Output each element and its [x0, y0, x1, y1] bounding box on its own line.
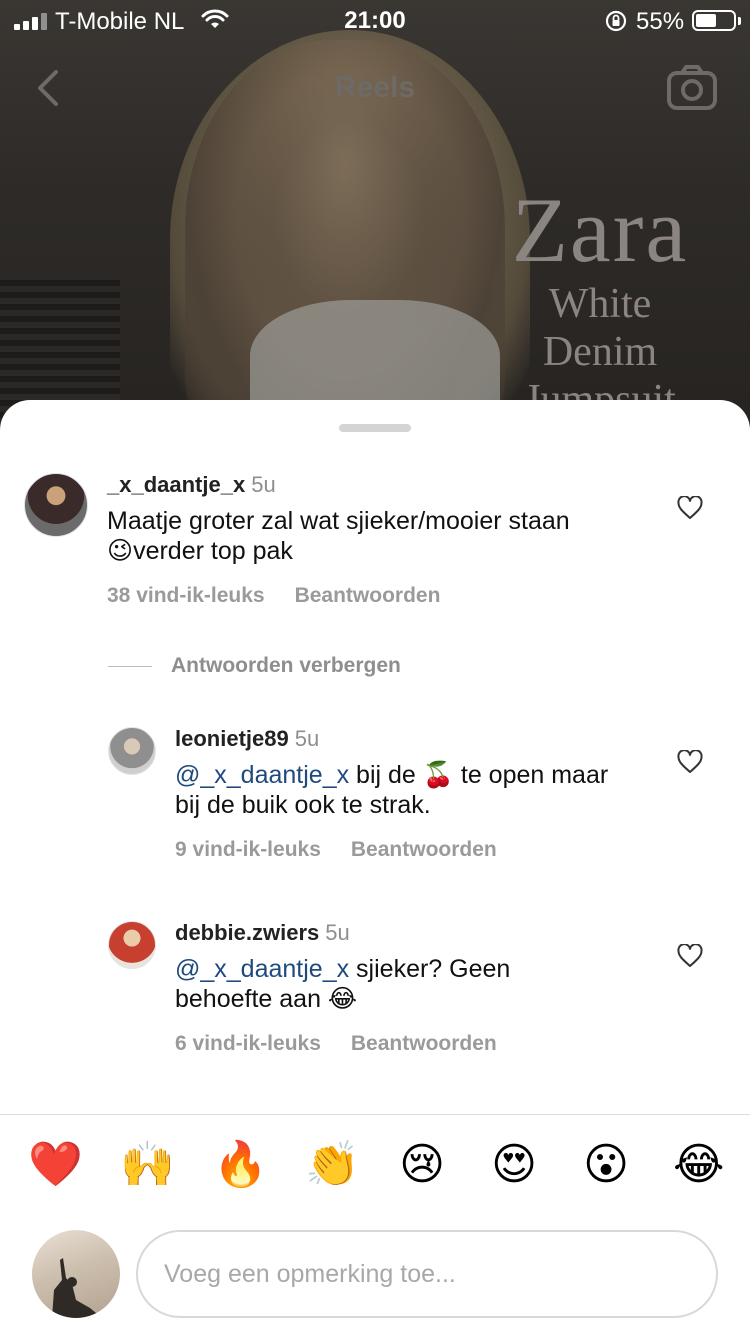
- status-bar: T-Mobile NL 21:00 55%: [0, 0, 750, 40]
- emoji-heart-button[interactable]: ❤️: [28, 1140, 83, 1190]
- battery-percentage: 55%: [636, 8, 685, 35]
- comment-input[interactable]: [136, 1230, 718, 1318]
- rotation-lock-icon: [605, 10, 627, 32]
- reply-username[interactable]: leonietje89: [175, 726, 289, 751]
- hide-replies-label: Antwoorden verbergen: [171, 654, 401, 677]
- avatar[interactable]: [108, 727, 156, 775]
- reply-header: debbie.zwiers 5u: [175, 920, 350, 946]
- comments-sheet: _x_daantje_x 5u Maatje groter zal wat sji…: [0, 400, 750, 1334]
- reply-meta: 6 vind-ik-leuks Beantwoorden: [175, 1032, 497, 1056]
- sheet-drag-handle[interactable]: [339, 424, 411, 432]
- reply-button[interactable]: Beantwoorden: [295, 584, 441, 607]
- comment-text-part: Maatje groter zal wat sjieker/mooier sta…: [107, 507, 570, 535]
- mention-link[interactable]: @_x_daantje_x: [175, 761, 349, 789]
- comment-meta: 38 vind-ik-leuks Beantwoorden: [107, 584, 440, 608]
- emoji-laughing-button[interactable]: 😂: [673, 1140, 724, 1190]
- overlay-line-3: Denim: [542, 329, 658, 375]
- comment-header: _x_daantje_x 5u: [107, 472, 276, 498]
- reel-video-background: Zara White Denim Jumpsuit: [0, 0, 750, 440]
- battery-icon: [692, 10, 736, 31]
- divider-line: [108, 665, 152, 667]
- comment-time: 5u: [251, 472, 276, 497]
- mention-link[interactable]: @_x_daantje_x: [175, 955, 349, 983]
- overlay-line-2: White: [548, 281, 652, 327]
- battery-cap: [738, 17, 741, 25]
- comment-username[interactable]: _x_daantje_x: [107, 472, 245, 497]
- like-heart-icon[interactable]: [677, 944, 703, 968]
- battery-level: [696, 14, 716, 27]
- overlay-line-brand: Zara: [511, 179, 689, 281]
- current-user-avatar: [32, 1230, 120, 1318]
- avatar[interactable]: [24, 473, 88, 537]
- camera-icon[interactable]: [666, 64, 718, 112]
- like-heart-icon[interactable]: [677, 750, 703, 774]
- reply-text: @_x_daantje_x sjieker? Geen behoefte aan…: [175, 954, 575, 1014]
- avatar[interactable]: [108, 921, 156, 969]
- reply-emoji: 😂: [327, 985, 358, 1013]
- comment-text: Maatje groter zal wat sjieker/mooier sta…: [107, 506, 647, 566]
- emoji-bar-divider: [0, 1114, 750, 1115]
- avatar-silhouette-icon: [52, 1258, 102, 1318]
- reply-button[interactable]: Beantwoorden: [351, 1032, 497, 1055]
- reply-text-part: bij de: [349, 761, 423, 789]
- page-title: Reels: [334, 71, 416, 104]
- video-overlay-caption: Zara White Denim Jumpsuit: [480, 180, 720, 424]
- comment-emoji: 😉: [107, 537, 134, 565]
- reply-username[interactable]: debbie.zwiers: [175, 920, 319, 945]
- reply-likes[interactable]: 9 vind-ik-leuks: [175, 838, 321, 861]
- emoji-raised-hands-button[interactable]: 🙌: [120, 1140, 175, 1190]
- emoji-heart-eyes-button[interactable]: 😍: [489, 1140, 539, 1190]
- like-heart-icon[interactable]: [677, 496, 703, 520]
- reply-header: leonietje89 5u: [175, 726, 319, 752]
- quick-emoji-bar: ❤️ 🙌 🔥 👏 😢 😍 😮 😂: [0, 1140, 750, 1196]
- reply-time: 5u: [294, 726, 320, 751]
- reply-text: @_x_daantje_x bij de 🍒 te open maar bij …: [175, 760, 615, 820]
- comment-likes[interactable]: 38 vind-ik-leuks: [107, 584, 265, 607]
- reply-time: 5u: [325, 920, 350, 945]
- comment-text-part: verder top pak: [133, 537, 293, 565]
- emoji-crying-button[interactable]: 😢: [397, 1140, 447, 1190]
- reply-likes[interactable]: 6 vind-ik-leuks: [175, 1032, 321, 1055]
- emoji-clapping-button[interactable]: 👏: [305, 1140, 360, 1190]
- hide-replies-toggle[interactable]: Antwoorden verbergen: [108, 654, 401, 678]
- reply-button[interactable]: Beantwoorden: [351, 838, 497, 861]
- reply-meta: 9 vind-ik-leuks Beantwoorden: [175, 838, 497, 862]
- emoji-surprised-button[interactable]: 😮: [581, 1140, 631, 1190]
- emoji-fire-button[interactable]: 🔥: [213, 1140, 268, 1190]
- reply-emoji: 🍒: [422, 761, 454, 789]
